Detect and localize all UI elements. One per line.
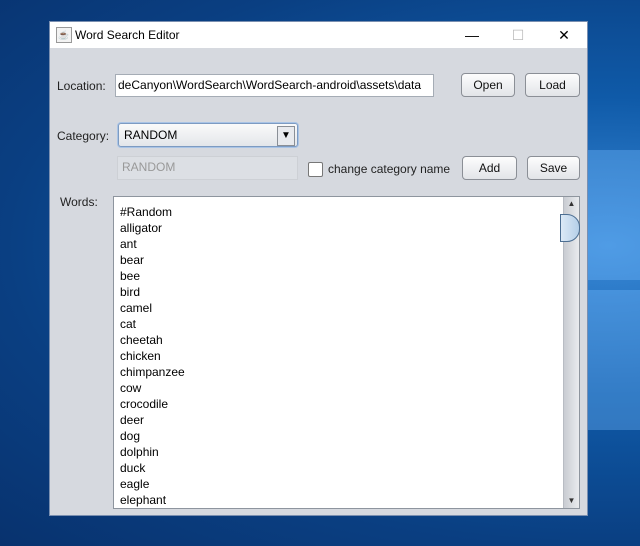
word-line: cat (120, 317, 137, 331)
word-line: dog (120, 429, 141, 443)
save-button[interactable]: Save (527, 156, 580, 180)
title-bar: ☕ Word Search Editor — ☐ ✕ (50, 22, 587, 48)
word-line: elephant (120, 493, 167, 507)
words-label: Words: (60, 195, 98, 209)
category-selected: RANDOM (124, 128, 178, 142)
word-search-editor-window: ☕ Word Search Editor — ☐ ✕ Location: deC… (49, 21, 588, 516)
word-line: ant (120, 237, 137, 251)
minimize-button[interactable]: — (449, 22, 495, 48)
chevron-down-icon[interactable]: ▼ (277, 126, 295, 146)
maximize-button[interactable]: ☐ (495, 22, 541, 48)
scrollbar-thumb[interactable] (560, 214, 580, 242)
vertical-scrollbar[interactable]: ▲ ▼ (560, 197, 580, 508)
scroll-down-arrow-icon[interactable]: ▼ (564, 494, 579, 508)
word-line: cheetah (120, 333, 163, 347)
word-line: #Random (120, 205, 173, 219)
load-button[interactable]: Load (525, 73, 580, 97)
java-app-icon: ☕ (56, 27, 72, 43)
word-line: bird (120, 285, 141, 299)
add-button[interactable]: Add (462, 156, 517, 180)
word-line: deer (120, 413, 145, 427)
location-input[interactable]: deCanyon\WordSearch\WordSearch-android\a… (115, 74, 434, 97)
window-title: Word Search Editor (75, 28, 180, 42)
words-textarea[interactable]: #Random alligator ant bear bee bird camel cat ch… (113, 196, 580, 509)
desktop-window-pane (588, 290, 640, 430)
open-button[interactable]: Open (461, 73, 515, 97)
desktop-window-pane (588, 150, 640, 280)
scroll-up-arrow-icon[interactable]: ▲ (564, 197, 579, 211)
close-button[interactable]: ✕ (541, 22, 587, 48)
category-label: Category: (57, 129, 110, 143)
word-line: chicken (120, 349, 161, 363)
word-line: alligator (120, 221, 163, 235)
word-line: bear (120, 253, 145, 267)
word-line: crocodile (120, 397, 169, 411)
words-list: #Random alligator ant bear bee bird camel cat ch… (120, 204, 185, 508)
category-dropdown[interactable]: RANDOM ▼ (118, 123, 298, 147)
change-category-name-label[interactable]: change category name (328, 162, 450, 176)
location-label: Location: (57, 79, 106, 93)
change-category-name-checkbox[interactable] (308, 162, 323, 177)
word-line: bee (120, 269, 141, 283)
word-line: camel (120, 301, 153, 315)
word-line: duck (120, 461, 146, 475)
word-line: dolphin (120, 445, 159, 459)
category-name-input[interactable]: RANDOM (117, 156, 298, 180)
word-line: chimpanzee (120, 365, 185, 379)
word-line: eagle (120, 477, 150, 491)
word-line: cow (120, 381, 142, 395)
